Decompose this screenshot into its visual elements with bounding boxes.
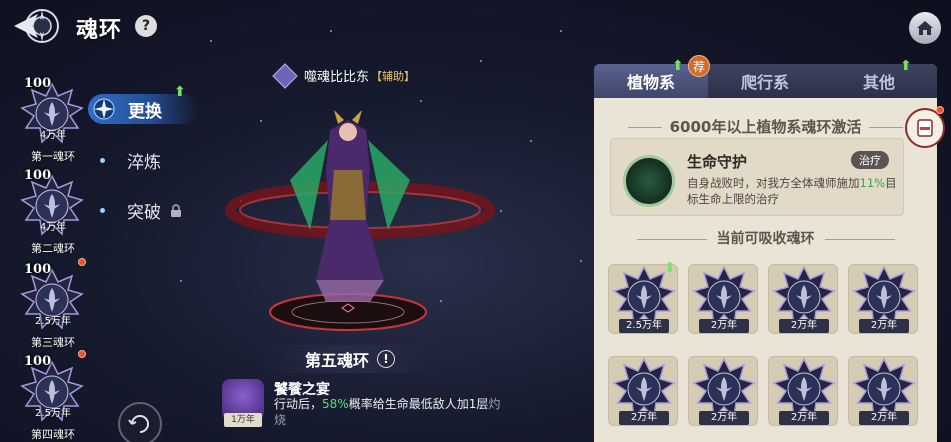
effect-type-tag: 治疗 bbox=[851, 151, 889, 169]
life-guard-icon bbox=[623, 155, 675, 207]
soul-ring-slot[interactable]: 100 2.5万年第三魂环 bbox=[14, 258, 92, 352]
ring-age: 2万年 bbox=[699, 411, 749, 425]
bullet-dot-icon bbox=[100, 158, 105, 163]
absorbable-ring-item[interactable]: 2万年 bbox=[848, 264, 918, 334]
soul-ring-slot[interactable]: 100 2.5万年第四魂环 bbox=[14, 350, 92, 442]
rotate-icon bbox=[128, 415, 149, 433]
ring-scroll-button[interactable] bbox=[905, 108, 945, 148]
lock-icon bbox=[171, 203, 181, 217]
ring-age: 2.5万年 bbox=[35, 316, 71, 327]
ring-age: 2万年 bbox=[699, 319, 749, 333]
notification-dot bbox=[78, 350, 86, 358]
menu-item-label: 淬炼 bbox=[127, 153, 161, 173]
recommend-badge: 荐 bbox=[688, 55, 710, 77]
character-name-tag: 噬魂比比东 【辅助】 bbox=[272, 62, 416, 89]
page-title: 魂环 bbox=[76, 18, 123, 43]
skill-desc-part: 行动后， bbox=[274, 397, 323, 411]
ring-name: 第四魂环 bbox=[31, 428, 75, 441]
notification-dot bbox=[78, 258, 86, 266]
tab-reptile[interactable]: 爬行系 bbox=[708, 64, 822, 98]
effect-name: 生命守护 bbox=[687, 153, 748, 171]
skill-desc-part: 概率给生命最低敌人加1层 bbox=[348, 397, 489, 411]
ring-name: 第二魂环 bbox=[31, 242, 75, 255]
character-badge-icon bbox=[272, 62, 298, 89]
activation-header: 6000年以上植物系魂环激活 bbox=[594, 116, 937, 137]
bullet-dot-icon bbox=[100, 208, 105, 213]
selected-ring-title: 第五魂环 ! bbox=[260, 345, 440, 373]
absorbable-rings-header: 当前可吸收魂环 bbox=[594, 228, 937, 248]
ring-skill: 1万年 饕餮之宴 行动后，58%概率给生命最低敌人加1层灼烧 bbox=[220, 377, 510, 437]
skill-age-tag: 1万年 bbox=[224, 413, 262, 427]
upgrade-arrow-icon: ⬆ bbox=[664, 260, 676, 276]
ring-age: 4万年 bbox=[39, 222, 67, 233]
absorbable-ring-item[interactable]: 2万年 bbox=[688, 264, 758, 334]
character-model-icon bbox=[225, 110, 495, 331]
effect-desc-percent: 11% bbox=[859, 176, 886, 190]
absorbable-ring-item[interactable]: 2万年 bbox=[688, 356, 758, 426]
back-arrow-icon bbox=[14, 9, 59, 43]
notification-dot bbox=[936, 106, 944, 114]
home-button[interactable] bbox=[909, 12, 941, 44]
ring-age: 2万年 bbox=[619, 411, 669, 425]
ring-age: 4万年 bbox=[39, 130, 67, 141]
character-stage[interactable] bbox=[220, 110, 500, 340]
ring-level: 100 bbox=[24, 76, 52, 91]
ring-age: 2.5万年 bbox=[35, 408, 71, 419]
menu-replace-label: 更换 bbox=[128, 101, 162, 122]
activation-effect-card: 生命守护 治疗 自身战败时，对我方全体魂师施加11%目标生命上限的治疗 bbox=[610, 138, 904, 216]
soul-ring-slot[interactable]: 100 4万年第二魂环 bbox=[14, 168, 92, 258]
character-name: 噬魂比比东 bbox=[304, 70, 370, 85]
ring-name: 第一魂环 bbox=[31, 150, 75, 163]
upgrade-arrow-icon: ⬆ bbox=[900, 58, 912, 74]
ring-level: 100 bbox=[24, 168, 52, 183]
ring-selection-panel: 植物系 爬行系 其他 6000年以上植物系魂环激活 生命守护 治疗 自身战败时，… bbox=[594, 64, 937, 442]
absorbable-ring-item[interactable]: 2万年 bbox=[848, 356, 918, 426]
category-tabs: 植物系 爬行系 其他 bbox=[594, 64, 937, 98]
effect-desc-part: 自身战败时，对我方全体魂师施加 bbox=[687, 176, 860, 190]
ring-age: 2.5万年 bbox=[619, 319, 669, 333]
ring-age: 2万年 bbox=[859, 411, 909, 425]
ring-age: 2万年 bbox=[779, 319, 829, 333]
character-role: 【辅助】 bbox=[371, 69, 416, 83]
ring-name: 第三魂环 bbox=[31, 336, 75, 349]
effect-description: 自身战败时，对我方全体魂师施加11%目标生命上限的治疗 bbox=[687, 175, 897, 207]
ring-title-text: 第五魂环 bbox=[304, 351, 369, 370]
ring-age: 2万年 bbox=[779, 411, 829, 425]
ring-level: 100 bbox=[24, 262, 52, 277]
compass-star-icon bbox=[93, 98, 115, 120]
ring-info-button[interactable]: ! bbox=[377, 350, 395, 368]
help-button[interactable]: ? bbox=[135, 15, 157, 37]
ring-level: 100 bbox=[24, 354, 52, 369]
ring-age: 2万年 bbox=[859, 319, 909, 333]
skill-description: 行动后，58%概率给生命最低敌人加1层灼烧 bbox=[274, 396, 504, 428]
menu-item-refine[interactable]: 淬炼 bbox=[100, 148, 161, 173]
upgrade-arrow-icon: ⬆ bbox=[672, 58, 684, 74]
skill-desc-percent: 58% bbox=[322, 397, 349, 411]
upgrade-arrow-icon: ⬆ bbox=[174, 84, 186, 100]
menu-item-label: 突破 bbox=[127, 203, 161, 223]
absorbable-ring-item[interactable]: 2万年 bbox=[768, 356, 838, 426]
tab-other[interactable]: 其他 bbox=[822, 64, 936, 98]
home-icon bbox=[917, 21, 933, 35]
absorbable-ring-item[interactable]: 2万年 bbox=[608, 356, 678, 426]
menu-item-breakthrough[interactable]: 突破 bbox=[100, 198, 183, 223]
rotate-view-button[interactable] bbox=[118, 402, 162, 442]
back-button[interactable] bbox=[8, 6, 64, 46]
scroll-icon bbox=[917, 119, 933, 137]
soul-ring-slot[interactable]: 100 4万年第一魂环 bbox=[14, 76, 92, 166]
absorbable-ring-item[interactable]: 2万年 bbox=[768, 264, 838, 334]
